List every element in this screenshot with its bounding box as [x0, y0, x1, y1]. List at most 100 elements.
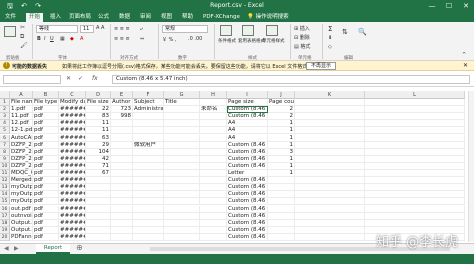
cell[interactable]: Merged.pdf [10, 177, 33, 185]
row-header[interactable]: 16 [0, 205, 10, 213]
row-header[interactable]: 12 [0, 177, 10, 185]
row-header[interactable]: 10 [0, 162, 10, 170]
row-header[interactable]: 3 [0, 113, 10, 121]
row-header[interactable]: 20 [0, 233, 10, 241]
cell[interactable]: 63 [86, 134, 111, 142]
table-format-icon[interactable] [242, 25, 254, 36]
decimal-icon[interactable]: .0 .00 [188, 36, 202, 42]
cell[interactable]: myOutput [10, 184, 33, 192]
cell[interactable]: Custom (8.46 x [227, 191, 268, 199]
cell[interactable]: 67 [86, 170, 111, 178]
cell[interactable] [164, 184, 200, 192]
grow-font-icon[interactable]: A A [96, 25, 104, 31]
cell[interactable] [268, 226, 295, 234]
cell[interactable]: Custom (8.46 x [227, 219, 268, 227]
copy-icon[interactable]: ⧉ [20, 33, 24, 41]
cell[interactable] [111, 219, 133, 227]
header-cell[interactable]: Subject [133, 99, 164, 107]
cell[interactable]: pdf [33, 127, 59, 135]
cell[interactable] [86, 184, 111, 192]
cell[interactable]: myOutput [10, 191, 33, 199]
cell[interactable] [268, 184, 295, 192]
cell[interactable]: DZFP_230 [10, 162, 33, 170]
cell[interactable]: pdf [33, 205, 59, 213]
cell[interactable]: ####### [59, 219, 86, 227]
cell[interactable]: ####### [59, 148, 86, 156]
cell[interactable] [133, 177, 164, 185]
column-header[interactable]: I [227, 91, 268, 99]
paste-icon[interactable] [4, 26, 16, 37]
row-header[interactable]: 14 [0, 191, 10, 199]
cell[interactable] [365, 148, 465, 156]
cell[interactable]: 723 [111, 106, 133, 114]
row-header[interactable]: 9 [0, 155, 10, 163]
header-cell[interactable] [200, 99, 227, 107]
conditional-format-icon[interactable] [220, 25, 232, 36]
cell[interactable]: pdf [33, 148, 59, 156]
add-sheet-icon[interactable]: ⊕ [76, 243, 83, 252]
tab-review[interactable]: 审阅 [137, 13, 154, 22]
cell[interactable] [200, 170, 227, 178]
cell[interactable] [133, 198, 164, 206]
select-all-corner[interactable] [0, 91, 10, 99]
cell[interactable]: 11 [86, 120, 111, 128]
cell[interactable] [111, 134, 133, 142]
header-cell[interactable]: File name [10, 99, 33, 107]
cell[interactable] [295, 113, 365, 121]
cell[interactable] [164, 212, 200, 220]
cell[interactable] [164, 162, 200, 170]
cell[interactable] [133, 134, 164, 142]
cell[interactable]: pdf [33, 177, 59, 185]
cell[interactable]: ####### [59, 127, 86, 135]
cell[interactable]: ####### [59, 170, 86, 178]
row-header[interactable]: 5 [0, 127, 10, 135]
cell[interactable] [133, 127, 164, 135]
cell[interactable] [295, 219, 365, 227]
find-select-icon[interactable]: 🔍 [358, 28, 367, 36]
cell[interactable] [133, 212, 164, 220]
row-header[interactable]: 13 [0, 184, 10, 192]
cell[interactable]: Output.pdf [10, 226, 33, 234]
tab-page-layout[interactable]: 页面布局 [66, 13, 94, 22]
cell[interactable] [133, 113, 164, 121]
cell[interactable]: ####### [59, 134, 86, 142]
tab-help[interactable]: 帮助 [179, 13, 196, 22]
cell[interactable] [365, 127, 465, 135]
number-format-select[interactable]: 常规 [162, 25, 208, 33]
cell[interactable]: pdf [33, 212, 59, 220]
cell[interactable] [164, 141, 200, 149]
header-cell[interactable]: Page count [268, 99, 295, 107]
row-header[interactable]: 1 [0, 99, 10, 107]
cell[interactable]: pdf [33, 113, 59, 121]
underline-icon[interactable]: U [50, 36, 54, 42]
cell[interactable]: pdf [33, 226, 59, 234]
cell[interactable]: Custom (8.46 x [227, 177, 268, 185]
cell[interactable] [164, 155, 200, 163]
cell[interactable] [133, 170, 164, 178]
cell[interactable]: 1 [268, 141, 295, 149]
cell[interactable]: 微软用户 [133, 141, 164, 149]
cell[interactable] [295, 233, 365, 241]
cell[interactable]: pdf [33, 155, 59, 163]
cell[interactable]: 104 [86, 148, 111, 156]
cell[interactable]: Custom (8.46 x [227, 155, 268, 163]
cell[interactable] [200, 198, 227, 206]
cell[interactable] [200, 162, 227, 170]
cell[interactable]: Custom (8.46 x [227, 233, 268, 241]
cell[interactable]: 29 [86, 141, 111, 149]
cell[interactable]: 998 [111, 113, 133, 121]
cell[interactable] [200, 184, 227, 192]
cell[interactable] [268, 198, 295, 206]
cell[interactable]: A4 [227, 134, 268, 142]
row-header[interactable]: 8 [0, 148, 10, 156]
column-header[interactable]: C [59, 91, 86, 99]
cell[interactable] [164, 170, 200, 178]
cell[interactable]: A4 [227, 127, 268, 135]
sheet-tab-report[interactable]: Report [36, 244, 70, 254]
cell[interactable]: ####### [59, 205, 86, 213]
cell[interactable] [111, 120, 133, 128]
autosum-icon[interactable]: Σ [328, 25, 332, 33]
tab-file[interactable]: 文件 [2, 13, 19, 22]
cell[interactable] [164, 205, 200, 213]
vertical-scrollbar[interactable] [468, 91, 474, 242]
